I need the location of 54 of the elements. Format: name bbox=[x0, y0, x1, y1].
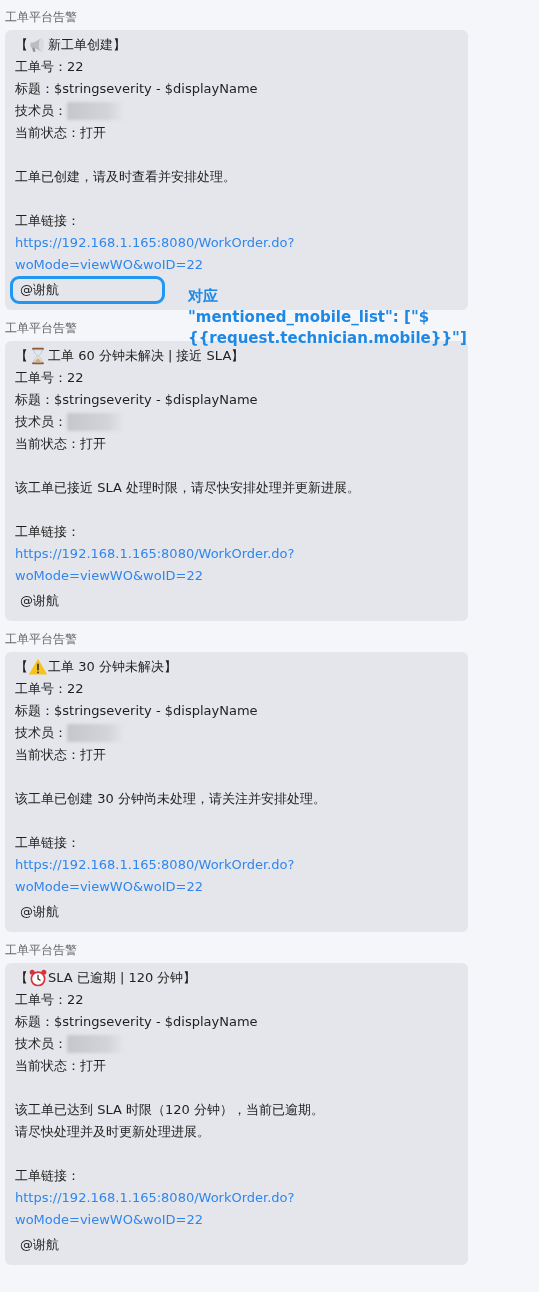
alarm-clock-icon bbox=[28, 968, 48, 988]
ticket-link[interactable]: https://192.168.1.165:8080/WorkOrder.do? bbox=[15, 1187, 458, 1209]
link-label: 工单链接： bbox=[15, 1167, 81, 1185]
sender-name: 工单平台告警 bbox=[5, 943, 77, 957]
message-title: 工单 30 分钟未解决】 bbox=[48, 658, 177, 676]
title-bracket: 【 bbox=[15, 36, 28, 54]
message-text: 工单已创建，请及时查看并安排处理。 bbox=[15, 168, 237, 186]
ticket-link[interactable]: woMode=viewWO&woID=22 bbox=[15, 1209, 458, 1231]
mention[interactable]: @谢航 bbox=[10, 587, 165, 615]
sender-name: 工单平台告警 bbox=[5, 321, 77, 335]
technician-label: 技术员： bbox=[15, 102, 67, 120]
message-text: 该工单已达到 SLA 时限（120 分钟），当前已逾期。 bbox=[15, 1101, 325, 1119]
ticket-link[interactable]: woMode=viewWO&woID=22 bbox=[15, 876, 458, 898]
ticket-link[interactable]: https://192.168.1.165:8080/WorkOrder.do? bbox=[15, 854, 458, 876]
annotation-text: {{request.technician.mobile}}"] bbox=[188, 328, 467, 349]
ticket-link[interactable]: woMode=viewWO&woID=22 bbox=[15, 565, 458, 587]
ticket-number: 工单号：22 bbox=[15, 58, 85, 76]
mention[interactable]: @谢航 bbox=[10, 276, 165, 304]
message-title: SLA 已逾期 | 120 分钟】 bbox=[48, 969, 197, 987]
message-text: 请尽快处理并及时更新处理进展。 bbox=[15, 1123, 211, 1141]
technician-label: 技术员： bbox=[15, 1035, 67, 1053]
link-label: 工单链接： bbox=[15, 834, 81, 852]
link-label: 工单链接： bbox=[15, 212, 81, 230]
ticket-subject: 标题：$stringseverity - $displayName bbox=[15, 80, 259, 98]
ticket-subject: 标题：$stringseverity - $displayName bbox=[15, 702, 259, 720]
ticket-number: 工单号：22 bbox=[15, 991, 85, 1009]
annotation-text: "mentioned_mobile_list": ["$ bbox=[188, 307, 430, 328]
ticket-status: 当前状态：打开 bbox=[15, 124, 107, 142]
title-bracket: 【 bbox=[15, 969, 28, 987]
ticket-subject: 标题：$stringseverity - $displayName bbox=[15, 1013, 259, 1031]
message-text: 该工单已创建 30 分钟尚未处理，请关注并安排处理。 bbox=[15, 790, 327, 808]
warning-icon bbox=[28, 657, 48, 677]
technician-label: 技术员： bbox=[15, 724, 67, 742]
link-label: 工单链接： bbox=[15, 523, 81, 541]
mention[interactable]: @谢航 bbox=[10, 1231, 165, 1259]
message-title: 新工单创建】 bbox=[48, 36, 126, 54]
ticket-status: 当前状态：打开 bbox=[15, 435, 107, 453]
ticket-link[interactable]: woMode=viewWO&woID=22 bbox=[15, 254, 458, 276]
ticket-status: 当前状态：打开 bbox=[15, 746, 107, 764]
sender-name: 工单平台告警 bbox=[5, 10, 77, 24]
message-text: 该工单已接近 SLA 处理时限，请尽快安排处理并更新进展。 bbox=[15, 479, 361, 497]
ticket-number: 工单号：22 bbox=[15, 680, 85, 698]
mention[interactable]: @谢航 bbox=[10, 898, 165, 926]
ticket-link[interactable]: https://192.168.1.165:8080/WorkOrder.do? bbox=[15, 232, 458, 254]
ticket-status: 当前状态：打开 bbox=[15, 1057, 107, 1075]
ticket-number: 工单号：22 bbox=[15, 369, 85, 387]
message-title: 工单 60 分钟未解决 | 接近 SLA】 bbox=[48, 347, 245, 365]
ticket-link[interactable]: https://192.168.1.165:8080/WorkOrder.do? bbox=[15, 543, 458, 565]
annotation-text: 对应 bbox=[188, 286, 218, 307]
ticket-subject: 标题：$stringseverity - $displayName bbox=[15, 391, 259, 409]
title-bracket: 【 bbox=[15, 347, 28, 365]
technician-label: 技术员： bbox=[15, 413, 67, 431]
sender-name: 工单平台告警 bbox=[5, 632, 77, 646]
title-bracket: 【 bbox=[15, 658, 28, 676]
